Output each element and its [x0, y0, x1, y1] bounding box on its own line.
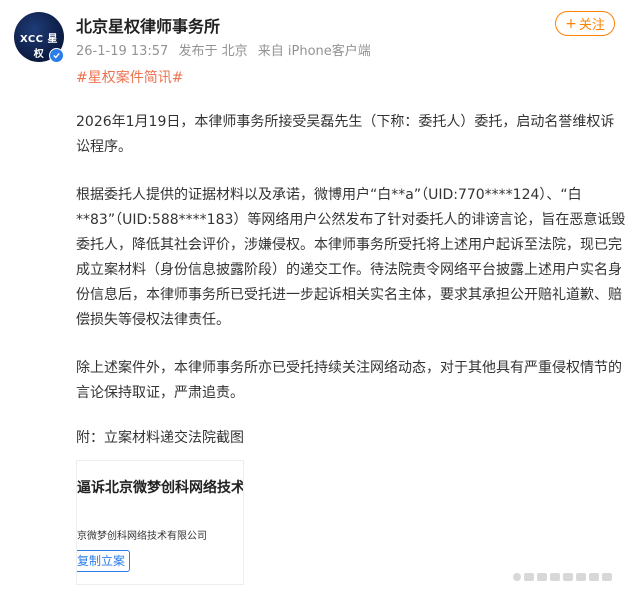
- verified-badge-icon: [49, 48, 64, 63]
- post-paragraph: 根据委托人提供的证据材料以及承诺，微博用户“白**a”（UID:770****1…: [76, 187, 626, 328]
- follow-button[interactable]: + 关注: [555, 11, 615, 36]
- thumbnail-subtext: 京微梦创科网络技术有限公司: [77, 531, 207, 542]
- post-paragraph: 除上述案件外，本律师事务所亦已受托持续关注网络动态，对于其他具有严重侵权情节的言…: [76, 360, 622, 401]
- post-paragraph: 2026年1月19日，本律师事务所接受吴磊先生（下称：委托人）委托，启动名誉维权…: [76, 114, 615, 155]
- thumbnail-heading: 逼诉北京微梦创科网络技术有: [77, 480, 244, 496]
- attachment-image[interactable]: 逼诉北京微梦创科网络技术有 京微梦创科网络技术有限公司 复制立案: [76, 460, 244, 585]
- follow-button-label: 关注: [578, 18, 605, 33]
- hashtag-link[interactable]: #星权案件简讯#: [76, 67, 183, 87]
- attachment-caption: 附：立案材料递交法院截图: [76, 430, 244, 446]
- post-meta: 26-1-19 13:57 发布于 北京 来自 iPhone客户端: [76, 40, 377, 59]
- watermark-logo-icon: [513, 573, 612, 581]
- post-time[interactable]: 26-1-19 13:57: [76, 44, 168, 59]
- thumbnail-copy-button: 复制立案: [77, 550, 131, 572]
- post-location: 发布于 北京: [178, 44, 248, 59]
- plus-icon: +: [565, 15, 577, 32]
- post-source: 来自 iPhone客户端: [257, 44, 371, 59]
- account-name[interactable]: 北京星权律师事务所: [76, 13, 220, 37]
- post-body: 2026年1月19日，本律师事务所接受吴磊先生（下称：委托人）委托，启动名誉维权…: [76, 110, 626, 429]
